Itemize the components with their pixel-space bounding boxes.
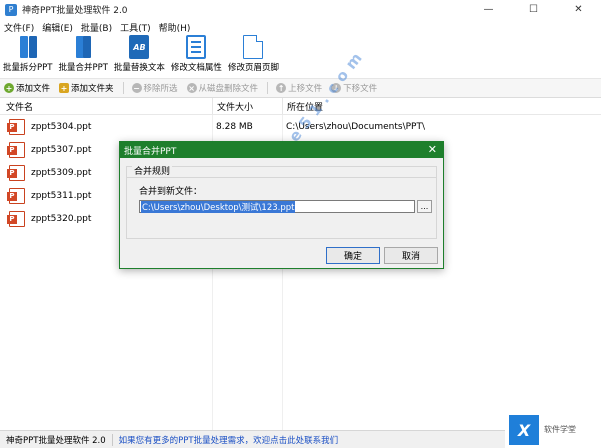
file-size: 8.28 MB (216, 121, 253, 132)
column-header-name[interactable]: 文件名 (0, 98, 212, 114)
ppt-file-icon: P (7, 187, 25, 204)
browse-button[interactable]: ... (417, 200, 432, 213)
move-down-label: 下移文件 (343, 84, 378, 94)
merge-rules-group: 合并规则 合并到新文件： C:\Users\zhou\Desktop\测试\12… (126, 164, 437, 239)
file-name: zppt5311.ppt (31, 190, 92, 201)
page-icon (243, 35, 264, 59)
batch-split-label: 批量拆分PPT (3, 63, 53, 73)
document-properties-icon (186, 35, 207, 59)
split-icon (18, 35, 38, 59)
ppt-file-icon: P (7, 164, 25, 181)
toolbar-divider (122, 82, 124, 94)
group-divider (127, 177, 436, 178)
move-up-button[interactable]: ↑ 上移文件 (276, 82, 322, 94)
maximize-button[interactable]: ☐ (511, 0, 556, 19)
ppt-file-icon: P (7, 141, 25, 158)
add-file-button[interactable]: + 添加文件 (4, 82, 50, 94)
ok-button[interactable]: 确定 (326, 247, 380, 264)
file-toolbar: + 添加文件 + 添加文件夹 − 移除所选 × 从磁盘删除文件 ↑ 上移文件 ↓… (0, 78, 601, 98)
ppt-file-icon: P (7, 118, 25, 135)
menu-file[interactable]: 文件(F) (4, 21, 34, 34)
menu-tools[interactable]: 工具(T) (120, 21, 151, 34)
remove-icon: − (131, 83, 142, 93)
delete-icon: × (186, 83, 197, 93)
folder-icon: + (59, 83, 70, 93)
replace-text-icon: AB (129, 35, 150, 59)
status-divider (111, 433, 113, 446)
edit-properties-label: 修改文档属性 (170, 63, 222, 73)
delete-from-disk-button[interactable]: × 从磁盘删除文件 (186, 82, 259, 94)
batch-replace-button[interactable]: AB 批量替换文本 (114, 35, 165, 78)
batch-merge-button[interactable]: 批量合并PPT (58, 35, 108, 78)
move-down-button[interactable]: ↓ 下移文件 (331, 82, 377, 94)
column-header-size[interactable]: 文件大小 (212, 98, 282, 114)
edit-properties-button[interactable]: 修改文档属性 (171, 35, 222, 78)
selected-path-text: C:\Users\zhou\Desktop\测试\123.ppt (141, 200, 296, 213)
window-title: 神奇PPT批量处理软件 2.0 (22, 6, 128, 16)
merge-rules-title: 合并规则 (132, 164, 173, 177)
column-header-location[interactable]: 所在位置 (282, 98, 601, 114)
menu-bar: 文件(F) 编辑(E) 批量(B) 工具(T) 帮助(H) (0, 19, 601, 35)
list-header: 文件名 文件大小 所在位置 (0, 98, 601, 115)
dialog-close-icon[interactable]: ✕ (428, 143, 437, 156)
window-controls: — ☐ ✕ (466, 0, 601, 19)
remove-selected-button[interactable]: − 移除所选 (131, 82, 178, 94)
cancel-button[interactable]: 取消 (384, 247, 438, 264)
main-toolbar: 批量拆分PPT 批量合并PPT AB 批量替换文本 修改文档属性 修改页眉页脚 (0, 35, 601, 78)
file-location: C:\Users\zhou\Documents\PPT\ (286, 121, 425, 132)
merge-target-label: 合并到新文件： (139, 187, 203, 197)
merge-dialog: 批量合并PPT ✕ 合并规则 合并到新文件： C:\Users\zhou\Des… (119, 141, 444, 269)
arrow-down-icon: ↓ (331, 83, 342, 93)
toolbar-divider (267, 82, 269, 94)
add-file-icon: + (4, 83, 14, 93)
arrow-up-icon: ↑ (276, 83, 287, 93)
close-button[interactable]: ✕ (556, 0, 601, 19)
status-app-name: 神奇PPT批量处理软件 2.0 (6, 435, 106, 446)
header-footer-button[interactable]: 修改页眉页脚 (228, 35, 279, 78)
ppt-file-icon: P (7, 210, 25, 227)
minimize-button[interactable]: — (466, 0, 511, 19)
logo-text: 软件学堂 (544, 424, 576, 434)
move-up-label: 上移文件 (288, 84, 323, 94)
file-name: zppt5309.ppt (31, 167, 92, 178)
add-file-label: 添加文件 (16, 84, 51, 94)
app-icon: P (5, 3, 17, 16)
delete-from-disk-label: 从磁盘删除文件 (198, 84, 259, 94)
contact-link[interactable]: 如果您有更多的PPT批量处理需求，欢迎点击此处联系我们 (119, 434, 338, 446)
logo-mark-icon: X (509, 415, 539, 445)
header-footer-label: 修改页眉页脚 (227, 63, 279, 73)
list-item[interactable]: Pzppt5304.ppt 8.28 MB C:\Users\zhou\Docu… (0, 115, 601, 138)
remove-selected-label: 移除所选 (143, 84, 178, 94)
batch-split-button[interactable]: 批量拆分PPT (3, 35, 52, 78)
corner-logo: X 软件学堂 (505, 412, 601, 448)
dialog-title: 批量合并PPT (124, 146, 177, 157)
batch-merge-label: 批量合并PPT (58, 63, 108, 73)
dialog-title-bar: 批量合并PPT ✕ (120, 142, 443, 158)
merge-target-path-input[interactable]: C:\Users\zhou\Desktop\测试\123.ppt (139, 200, 415, 213)
merge-icon (73, 35, 93, 59)
menu-help[interactable]: 帮助(H) (159, 21, 191, 34)
title-bar: P 神奇PPT批量处理软件 2.0 — ☐ ✕ (0, 0, 601, 19)
add-folder-label: 添加文件夹 (71, 84, 114, 94)
file-name: zppt5304.ppt (31, 121, 92, 132)
file-name: zppt5320.ppt (31, 213, 92, 224)
menu-edit[interactable]: 编辑(E) (42, 21, 73, 34)
file-name: zppt5307.ppt (31, 144, 92, 155)
add-folder-button[interactable]: + 添加文件夹 (59, 82, 114, 94)
menu-batch[interactable]: 批量(B) (81, 21, 112, 34)
batch-replace-label: 批量替换文本 (113, 63, 165, 73)
